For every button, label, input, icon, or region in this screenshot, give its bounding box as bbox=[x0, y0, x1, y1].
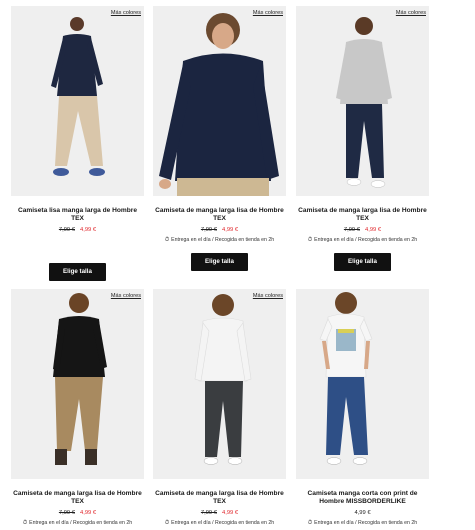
old-price: 7,99 € bbox=[200, 226, 217, 233]
product-image[interactable]: Más colores bbox=[153, 289, 286, 479]
price-row: 7,99 € 4,99 € bbox=[153, 227, 286, 233]
product-image[interactable]: Más colores bbox=[11, 6, 144, 196]
choose-size-button[interactable]: Elige talla bbox=[49, 262, 106, 281]
product-image[interactable]: Más colores bbox=[296, 6, 429, 196]
model-white-print-tee-blue-jeans-icon bbox=[296, 289, 429, 479]
more-colors-link[interactable]: Más colores bbox=[396, 10, 426, 16]
sale-price: 4,99 € bbox=[222, 509, 239, 516]
price-row: 7,99 € 4,99 € bbox=[11, 510, 144, 516]
product-card[interactable]: Más colores Camiseta de manga larga lisa… bbox=[296, 6, 429, 271]
old-price: 7,99 € bbox=[58, 509, 75, 516]
product-card[interactable]: Más colores Camiseta de manga larga lisa… bbox=[153, 289, 286, 527]
old-price: 7,99 € bbox=[200, 509, 217, 516]
delivery-info: ⏱ Entrega en el día / Recogida en tienda … bbox=[307, 519, 418, 526]
price-row: 4,99 € bbox=[296, 510, 429, 516]
product-title[interactable]: Camiseta lisa manga larga de Hombre TEX bbox=[11, 207, 144, 224]
clock-icon: ⏱ bbox=[307, 519, 313, 526]
product-title[interactable]: Camiseta de manga larga lisa de Hombre T… bbox=[11, 490, 144, 507]
model-navy-sweater-beige-pants-icon bbox=[11, 6, 144, 196]
more-colors-link[interactable]: Más colores bbox=[111, 10, 141, 16]
old-price: 7,99 € bbox=[343, 226, 360, 233]
model-white-sweater-dark-jeans-icon bbox=[153, 289, 286, 479]
delivery-info: ⏱ Entrega en el día / Recogida en tienda … bbox=[164, 519, 275, 526]
price-row: 7,99 € 4,99 € bbox=[153, 510, 286, 516]
product-card[interactable]: Camiseta manga corta con print de Hombre… bbox=[296, 289, 429, 527]
product-card[interactable]: Más colores Camiseta de manga larga lisa… bbox=[11, 289, 144, 527]
product-title[interactable]: Camiseta de manga larga lisa de Hombre T… bbox=[296, 207, 429, 224]
more-colors-link[interactable]: Más colores bbox=[111, 293, 141, 299]
more-colors-link[interactable]: Más colores bbox=[253, 10, 283, 16]
price-row: 7,99 € 4,99 € bbox=[296, 227, 429, 233]
sale-price: 4,99 € bbox=[365, 226, 382, 233]
clock-icon: ⏱ bbox=[307, 236, 313, 243]
choose-size-button[interactable]: Elige talla bbox=[191, 252, 248, 271]
sale-price: 4,99 € bbox=[80, 509, 97, 516]
sale-price: 4,99 € bbox=[80, 226, 97, 233]
more-colors-link[interactable]: Más colores bbox=[253, 293, 283, 299]
product-title[interactable]: Camiseta de manga larga lisa de Hombre T… bbox=[153, 490, 286, 507]
model-grey-sweater-navy-pants-icon bbox=[296, 6, 429, 196]
product-card[interactable]: Más colores Camiseta lisa manga larga de… bbox=[11, 6, 144, 281]
product-image[interactable]: Más colores bbox=[11, 289, 144, 479]
old-price: 7,99 € bbox=[58, 226, 75, 233]
delivery-info: ⏱ Entrega en el día / Recogida en tienda … bbox=[164, 236, 275, 243]
price: 4,99 € bbox=[354, 509, 371, 516]
choose-size-button[interactable]: Elige talla bbox=[334, 252, 391, 271]
sale-price: 4,99 € bbox=[222, 226, 239, 233]
price-row: 7,99 € 4,99 € bbox=[11, 227, 144, 233]
clock-icon: ⏱ bbox=[164, 519, 170, 526]
model-black-sweater-khaki-pants-icon bbox=[11, 289, 144, 479]
model-navy-sweater-closeup-icon bbox=[153, 6, 286, 196]
clock-icon: ⏱ bbox=[22, 519, 28, 526]
product-card[interactable]: Más colores Camiseta de manga larga lisa… bbox=[153, 6, 286, 271]
delivery-info: ⏱ Entrega en el día / Recogida en tienda … bbox=[22, 519, 133, 526]
product-title[interactable]: Camiseta de manga larga lisa de Hombre T… bbox=[153, 207, 286, 224]
product-image[interactable]: Más colores bbox=[153, 6, 286, 196]
delivery-info: ⏱ Entrega en el día / Recogida en tienda … bbox=[307, 236, 418, 243]
product-title[interactable]: Camiseta manga corta con print de Hombre… bbox=[296, 490, 429, 507]
clock-icon: ⏱ bbox=[164, 236, 170, 243]
product-image[interactable] bbox=[296, 289, 429, 479]
